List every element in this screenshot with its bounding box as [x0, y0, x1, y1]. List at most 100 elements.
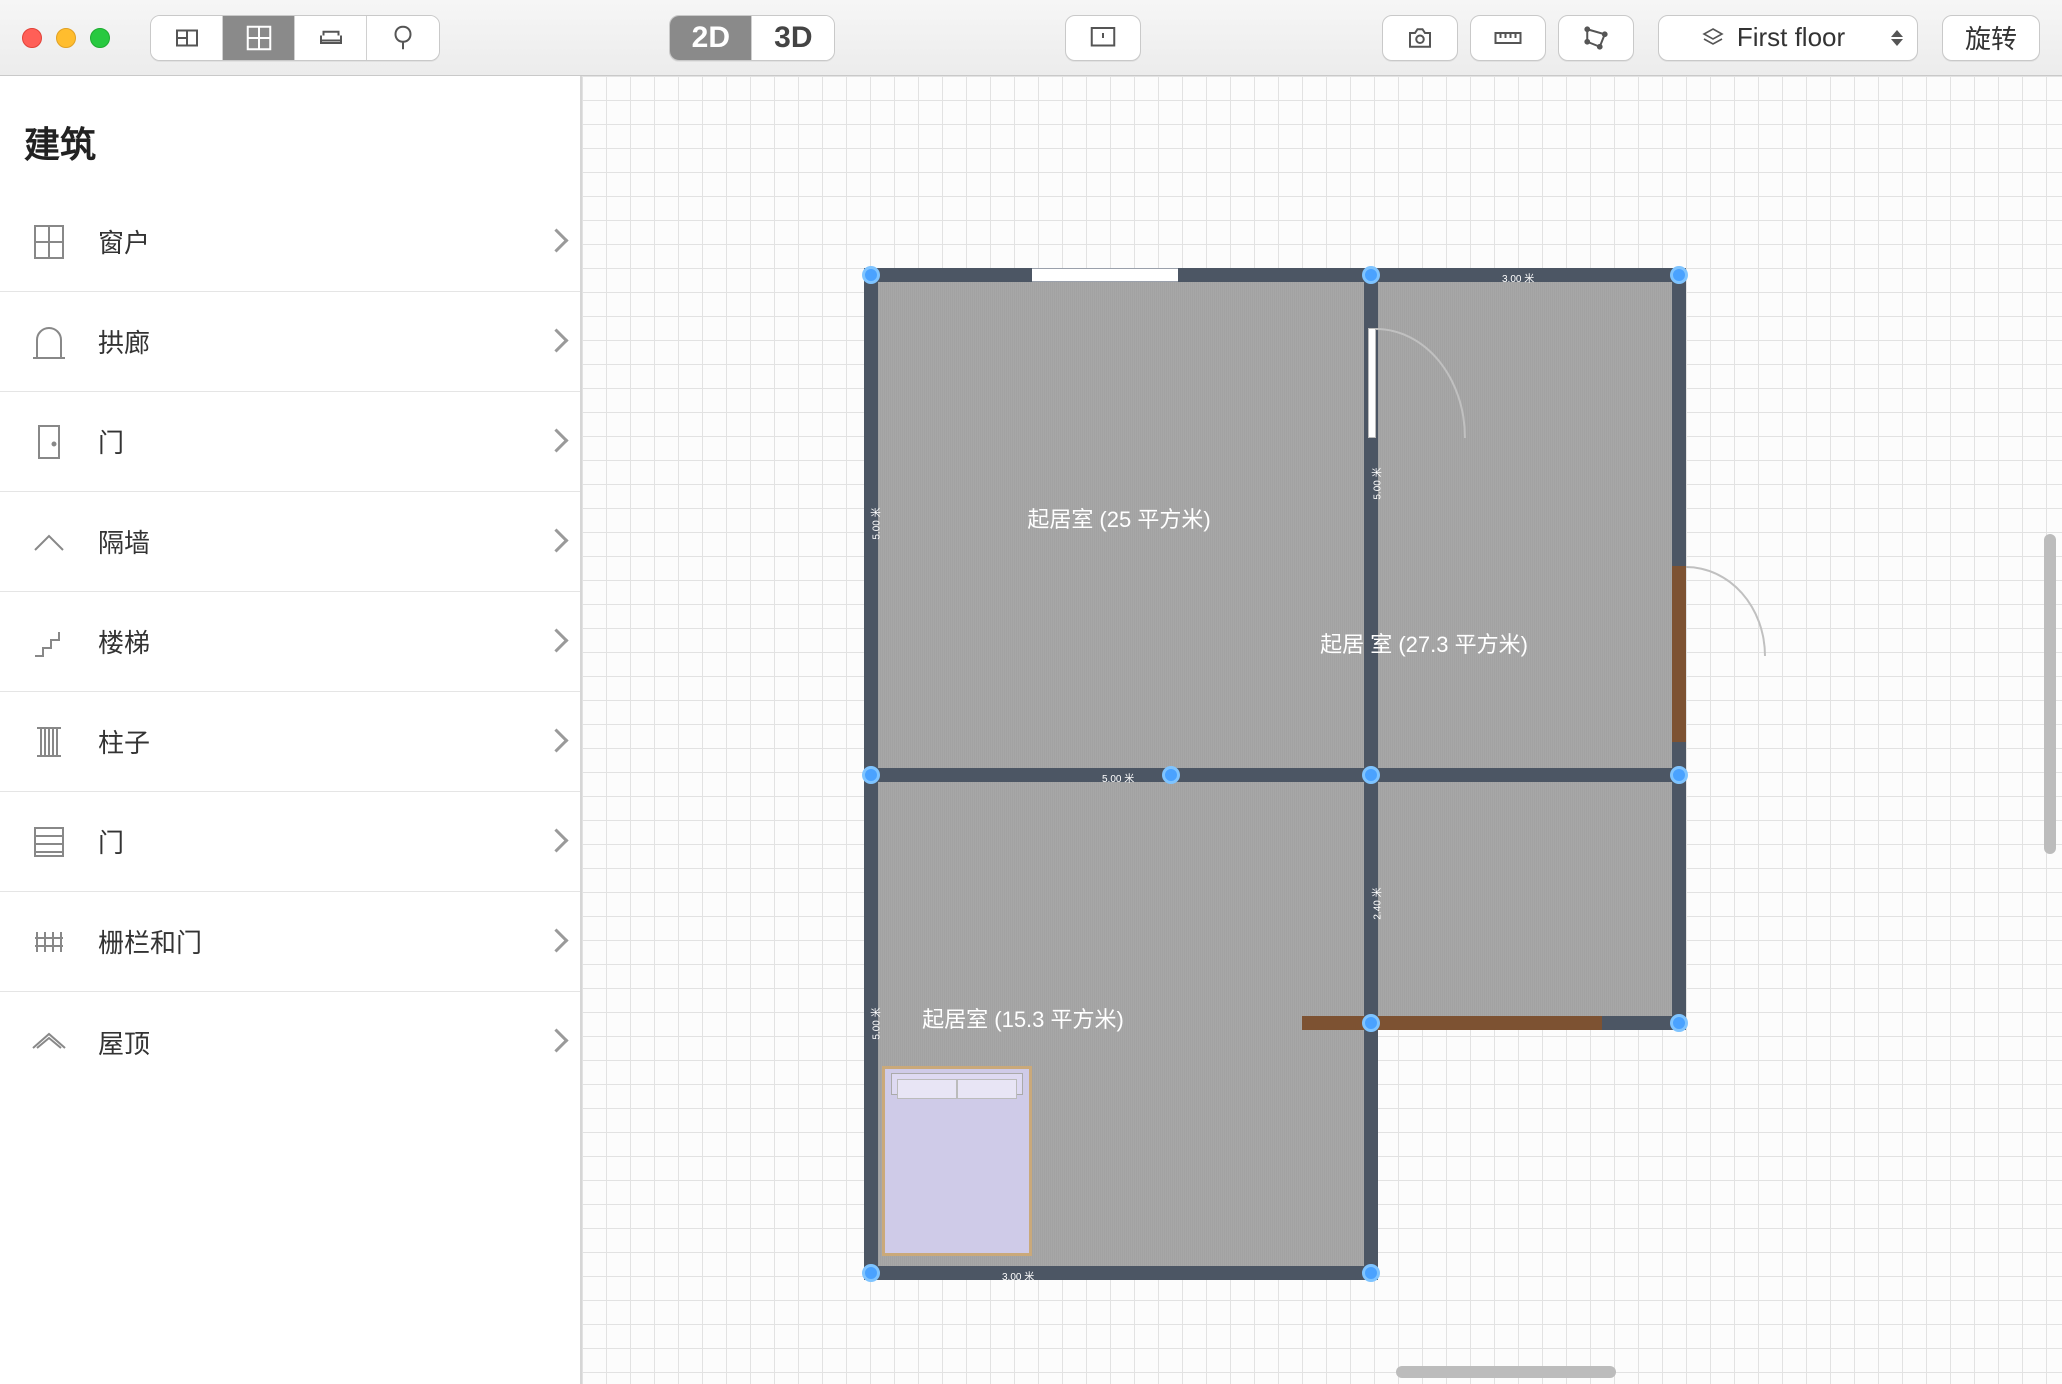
measure-button[interactable]	[1470, 15, 1546, 61]
wall[interactable]	[864, 268, 1686, 282]
chevron-right-icon	[548, 232, 568, 252]
sidebar-item-windows[interactable]: 窗户	[0, 192, 580, 292]
sidebar-item-label: 栅栏和门	[98, 923, 524, 960]
shape-edit-button[interactable]	[1558, 15, 1634, 61]
view-mode-toggle: 2D 3D	[669, 15, 835, 61]
sidebar-item-label: 柱子	[98, 723, 524, 760]
zoom-window-button[interactable]	[90, 28, 110, 48]
tool-tree-button[interactable]	[367, 15, 439, 61]
canvas-viewport[interactable]: 3.00 米 5.00 米 5.00 米 5.00 米 2.40 米 5.00 …	[582, 76, 2062, 1384]
door-swing-arc	[1686, 566, 1766, 656]
sidebar-item-fences[interactable]: 栅栏和门	[0, 892, 580, 992]
vertical-scrollbar[interactable]	[2044, 534, 2056, 854]
floorplan-canvas[interactable]: 3.00 米 5.00 米 5.00 米 5.00 米 2.40 米 5.00 …	[582, 76, 2062, 1384]
window[interactable]	[1032, 268, 1178, 282]
sidebar-item-label: 隔墙	[98, 523, 524, 560]
chevron-right-icon	[548, 632, 568, 652]
door[interactable]	[1672, 566, 1686, 742]
snapshot-button[interactable]	[1382, 15, 1458, 61]
room-label: 起居 室 (27.3 平方米)	[1320, 627, 1528, 659]
floor-selector-label: First floor	[1737, 22, 1845, 53]
chevron-right-icon	[548, 332, 568, 352]
chevron-right-icon	[548, 532, 568, 552]
wall[interactable]	[864, 768, 1686, 782]
wall-node[interactable]	[1670, 266, 1688, 284]
sidebar-item-partitions[interactable]: 隔墙	[0, 492, 580, 592]
sliding-door-icon	[24, 817, 74, 867]
wall-node[interactable]	[862, 766, 880, 784]
close-window-button[interactable]	[22, 28, 42, 48]
camera-icon	[1405, 23, 1435, 53]
wall-node[interactable]	[1362, 766, 1380, 784]
view-3d-button[interactable]: 3D	[752, 15, 834, 61]
fence-icon	[24, 917, 74, 967]
stepper-icon	[1891, 30, 1903, 46]
tool-room-button[interactable]	[223, 15, 295, 61]
window-icon	[24, 217, 74, 267]
wall-tool-icon	[172, 23, 202, 53]
door[interactable]	[1368, 328, 1376, 438]
sidebar-title: 建筑	[0, 76, 580, 192]
layers-icon	[1701, 26, 1725, 50]
rotate-button[interactable]: 旋转	[1942, 15, 2040, 61]
chevron-right-icon	[548, 432, 568, 452]
sidebar-item-label: 门	[98, 823, 524, 860]
chevron-right-icon	[548, 732, 568, 752]
wall-measure: 5.00 米	[1369, 467, 1384, 499]
wall-node[interactable]	[862, 1264, 880, 1282]
view-2d-button[interactable]: 2D	[670, 15, 752, 61]
sidebar-item-doors[interactable]: 门	[0, 392, 580, 492]
wall-measure: 2.40 米	[1369, 887, 1384, 919]
room-label: 起居室 (15.3 平方米)	[922, 1002, 1124, 1034]
wall-node[interactable]	[862, 266, 880, 284]
floor-selector[interactable]: First floor	[1658, 15, 1918, 61]
sofa-icon	[316, 23, 346, 53]
sidebar: 建筑 窗户 拱廊 门 隔墙	[0, 76, 582, 1384]
sidebar-item-label: 窗户	[98, 223, 524, 260]
pillar-icon	[24, 717, 74, 767]
alert-icon	[1088, 23, 1118, 53]
tool-furniture-button[interactable]	[295, 15, 367, 61]
wall-measure: 3.00 米	[1502, 270, 1534, 285]
polygon-edit-icon	[1581, 23, 1611, 53]
sidebar-item-roofs[interactable]: 屋顶	[0, 992, 580, 1092]
minimize-window-button[interactable]	[56, 28, 76, 48]
wall-node[interactable]	[1362, 1014, 1380, 1032]
wall-node[interactable]	[1362, 266, 1380, 284]
window-controls	[22, 28, 110, 48]
arch-icon	[24, 317, 74, 367]
door-icon	[24, 417, 74, 467]
warning-button[interactable]	[1065, 15, 1141, 61]
room-grid-icon	[244, 23, 274, 53]
sidebar-item-openings[interactable]: 门	[0, 792, 580, 892]
wall-node[interactable]	[1670, 766, 1688, 784]
wall-measure: 5.00 米	[868, 1007, 883, 1039]
tool-mode-group	[150, 15, 440, 61]
wall-node[interactable]	[1670, 1014, 1688, 1032]
wall-node[interactable]	[1162, 766, 1180, 784]
stairs-icon	[24, 617, 74, 667]
ruler-icon	[1493, 23, 1523, 53]
titlebar: 2D 3D First floor 旋转	[0, 0, 2062, 76]
sidebar-item-label: 屋顶	[98, 1024, 524, 1061]
main-area: 建筑 窗户 拱廊 门 隔墙	[0, 76, 2062, 1384]
wall-node[interactable]	[1362, 1264, 1380, 1282]
chevron-right-icon	[548, 832, 568, 852]
pillow-icon	[957, 1079, 1017, 1099]
sidebar-item-stairs[interactable]: 楼梯	[0, 592, 580, 692]
tool-wall-button[interactable]	[151, 15, 223, 61]
wall[interactable]	[864, 1266, 1378, 1280]
chevron-right-icon	[548, 1032, 568, 1052]
sidebar-item-label: 门	[98, 423, 524, 460]
tree-icon	[388, 23, 418, 53]
sidebar-item-pillars[interactable]: 柱子	[0, 692, 580, 792]
pillow-icon	[897, 1079, 957, 1099]
furniture-bed[interactable]	[882, 1066, 1032, 1256]
sidebar-item-label: 楼梯	[98, 623, 524, 660]
wall-measure: 5.00 米	[1102, 770, 1134, 785]
wall-measure: 5.00 米	[868, 507, 883, 539]
sidebar-item-label: 拱廊	[98, 323, 524, 360]
horizontal-scrollbar[interactable]	[1396, 1366, 1616, 1378]
sidebar-item-arches[interactable]: 拱廊	[0, 292, 580, 392]
door[interactable]	[1302, 1016, 1602, 1030]
